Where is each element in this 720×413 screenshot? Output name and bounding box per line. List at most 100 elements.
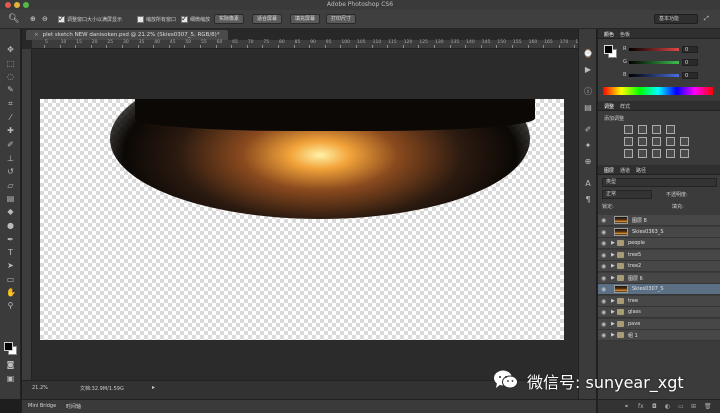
tab-color[interactable]: 颜色 xyxy=(604,31,614,38)
character-panel-icon[interactable]: A xyxy=(583,179,593,189)
tab-paths[interactable]: 路径 xyxy=(636,167,646,174)
visibility-eye-icon[interactable]: ◉ xyxy=(601,217,608,224)
eraser-tool-icon[interactable]: ▱ xyxy=(6,181,15,190)
color-panel-foreground[interactable] xyxy=(604,45,613,54)
zoom-tool-icon[interactable]: ⚲ xyxy=(6,301,15,310)
layer-row[interactable]: ◉ ▶ tree xyxy=(598,295,720,307)
selective-color-icon[interactable] xyxy=(680,149,689,158)
visibility-eye-icon[interactable]: ◉ xyxy=(601,252,608,259)
zoom-all-windows-checkbox[interactable] xyxy=(137,16,144,23)
expand-group-icon[interactable]: ▶ xyxy=(611,309,615,315)
history-panel-icon[interactable]: ⌚ xyxy=(583,49,593,59)
new-layer-icon[interactable]: ⊞ xyxy=(691,403,696,410)
healing-brush-tool-icon[interactable]: ✚ xyxy=(6,126,15,135)
layer-row[interactable]: ◉ Skies0363_S xyxy=(598,226,720,238)
resize-windows-checkbox[interactable] xyxy=(58,14,65,23)
zoom-out-icon[interactable]: ⊖ xyxy=(42,14,52,24)
color-spectrum-bar[interactable] xyxy=(603,87,713,95)
brush-presets-icon[interactable]: ✦ xyxy=(583,141,593,151)
blur-tool-icon[interactable]: ◆ xyxy=(6,207,15,216)
tab-channels[interactable]: 通道 xyxy=(620,167,630,174)
tab-swatches[interactable]: 色板 xyxy=(620,31,630,38)
levels-icon[interactable] xyxy=(638,125,647,134)
color-balance-icon[interactable] xyxy=(652,137,661,146)
clone-stamp-tool-icon[interactable]: ⊥ xyxy=(6,154,15,163)
crop-tool-icon[interactable]: ⌗ xyxy=(6,99,15,108)
threshold-icon[interactable] xyxy=(652,149,661,158)
workspace-switcher[interactable]: 基本功能 xyxy=(654,14,698,24)
document-tab[interactable]: × plet sketch NEW danisoken.psd @ 21.2% (… xyxy=(26,30,228,40)
layer-style-icon[interactable]: fx xyxy=(638,403,644,410)
zoom-tool-icon[interactable]: 🔍︎ xyxy=(8,14,19,24)
photo-filter-icon[interactable] xyxy=(680,137,689,146)
black-white-icon[interactable] xyxy=(666,137,675,146)
visibility-eye-icon[interactable]: ◉ xyxy=(601,275,608,282)
marquee-tool-icon[interactable]: ⬚ xyxy=(6,59,15,68)
visibility-eye-icon[interactable]: ◉ xyxy=(601,332,608,339)
clone-source-icon[interactable]: ⊕ xyxy=(583,157,593,167)
expand-group-icon[interactable]: ▶ xyxy=(611,240,615,246)
fill-screen-button[interactable]: 填充屏幕 xyxy=(290,14,321,24)
mini-bridge-tab[interactable]: Mini Bridge xyxy=(28,403,56,409)
layer-row[interactable]: ◉ ▶ 组 1 xyxy=(598,330,720,341)
print-size-button[interactable]: 打印尺寸 xyxy=(326,14,357,24)
gradient-map-icon[interactable] xyxy=(666,149,675,158)
history-brush-tool-icon[interactable]: ↺ xyxy=(6,167,15,176)
properties-panel-icon[interactable]: ▤ xyxy=(583,103,593,113)
invert-icon[interactable] xyxy=(624,149,633,158)
close-tab-icon[interactable]: × xyxy=(34,32,39,38)
vibrance-icon[interactable] xyxy=(624,137,633,146)
foreground-color-swatch[interactable] xyxy=(4,342,13,351)
expand-group-icon[interactable]: ▶ xyxy=(611,263,615,269)
layer-row[interactable]: ◉ ▶ pave xyxy=(598,318,720,330)
actions-panel-icon[interactable]: ▶ xyxy=(583,65,593,75)
curves-icon[interactable] xyxy=(652,125,661,134)
visibility-eye-icon[interactable]: ◉ xyxy=(601,321,608,328)
type-tool-icon[interactable]: T xyxy=(6,248,15,257)
blue-channel-slider[interactable] xyxy=(629,74,679,77)
gradient-tool-icon[interactable]: ▤ xyxy=(6,194,15,203)
expand-group-icon[interactable]: ▶ xyxy=(611,275,615,281)
quick-mask-icon[interactable]: ◙ xyxy=(6,360,15,369)
green-channel-slider[interactable] xyxy=(629,61,679,64)
green-channel-value[interactable]: 0 xyxy=(682,59,698,66)
red-channel-value[interactable]: 0 xyxy=(682,46,698,53)
posterize-icon[interactable] xyxy=(638,149,647,158)
hand-tool-icon[interactable]: ✋ xyxy=(6,288,16,297)
visibility-eye-icon[interactable]: ◉ xyxy=(601,286,608,293)
layer-filter-dropdown[interactable]: 类型 xyxy=(602,178,717,187)
visibility-eye-icon[interactable]: ◉ xyxy=(601,263,608,270)
new-adjustment-icon[interactable]: ◐ xyxy=(665,403,670,410)
tab-styles[interactable]: 样式 xyxy=(620,103,630,110)
screen-mode-icon[interactable]: ▣ xyxy=(6,374,15,383)
brush-panel-icon[interactable]: ✐ xyxy=(583,125,593,135)
lasso-tool-icon[interactable]: ◌ xyxy=(6,72,15,81)
exposure-icon[interactable] xyxy=(666,125,675,134)
fullscreen-icon[interactable]: ⤢ xyxy=(704,14,714,24)
timeline-tab[interactable]: 时间轴 xyxy=(66,403,81,410)
expand-group-icon[interactable]: ▶ xyxy=(611,298,615,304)
new-group-icon[interactable]: ▭ xyxy=(678,403,684,410)
fit-screen-button[interactable]: 适合屏幕 xyxy=(252,14,283,24)
actual-pixels-button[interactable]: 实际像素 xyxy=(214,14,245,24)
layer-row[interactable]: ◉ ▶ 图层 6 xyxy=(598,272,720,284)
blend-mode-dropdown[interactable]: 正常 xyxy=(602,190,652,199)
status-menu-arrow-icon[interactable]: ▸ xyxy=(152,384,155,391)
expand-group-icon[interactable]: ▶ xyxy=(611,332,615,338)
delete-layer-icon[interactable]: 🗑︎ xyxy=(704,403,712,410)
tab-layers[interactable]: 图层 xyxy=(604,167,614,174)
fill-label[interactable]: 填充: xyxy=(672,203,684,210)
image-canvas[interactable] xyxy=(40,99,564,340)
brightness-contrast-icon[interactable] xyxy=(624,125,633,134)
tab-adjustments[interactable]: 调整 xyxy=(604,103,614,110)
info-panel-icon[interactable]: ⓘ xyxy=(583,87,593,97)
layer-row[interactable]: ◉ 图层 8 xyxy=(598,215,720,226)
eyedropper-tool-icon[interactable]: ⁄ xyxy=(6,113,15,122)
expand-group-icon[interactable]: ▶ xyxy=(611,321,615,327)
blue-channel-value[interactable]: 0 xyxy=(682,72,698,79)
quick-select-tool-icon[interactable]: ✎ xyxy=(6,85,15,94)
add-mask-icon[interactable]: ◘ xyxy=(652,403,657,410)
visibility-eye-icon[interactable]: ◉ xyxy=(601,240,608,247)
red-channel-slider[interactable] xyxy=(629,48,679,51)
pen-tool-icon[interactable]: ✒ xyxy=(6,235,15,244)
